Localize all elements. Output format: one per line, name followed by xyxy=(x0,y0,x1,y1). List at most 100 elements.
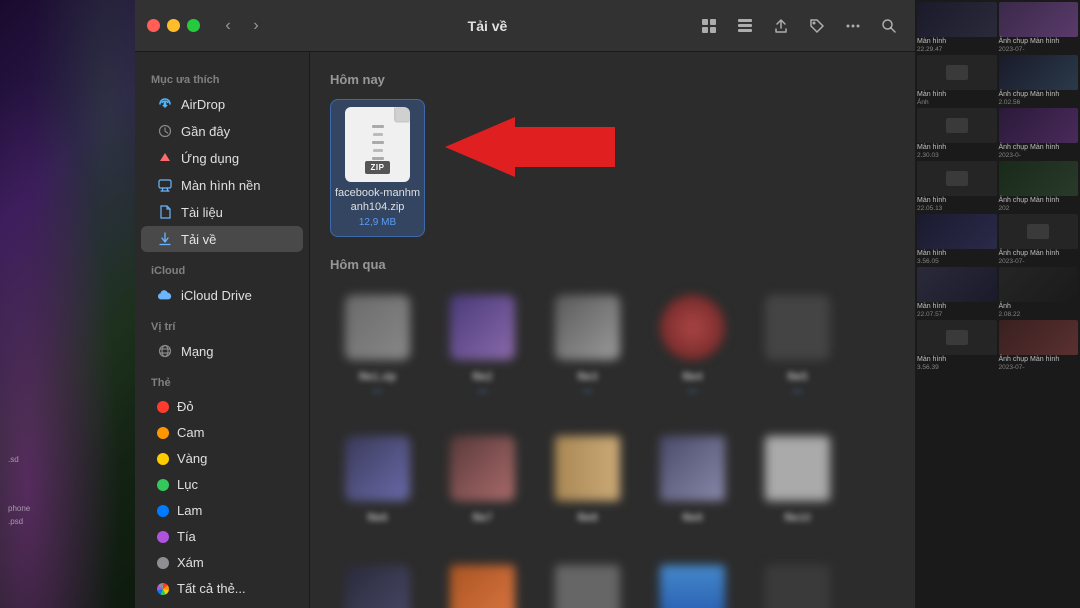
tag-dot-purple xyxy=(157,531,169,543)
desktop-background: .sd phone .psd xyxy=(0,0,135,608)
right-label-8a: Ảnh chụp Màn hình xyxy=(999,197,1079,204)
blurred-icon-10 xyxy=(762,433,834,505)
file-item-blurred-10[interactable]: file10 xyxy=(750,425,845,533)
search-button[interactable] xyxy=(875,12,903,40)
sidebar-item-tag-purple[interactable]: Tía xyxy=(141,524,303,549)
sidebar-item-network[interactable]: Mạng xyxy=(141,338,303,364)
blurred-icon-3 xyxy=(552,292,624,364)
right-cell-9: Màn hình 3.56.05 xyxy=(917,214,997,265)
airdrop-label: AirDrop xyxy=(181,97,225,112)
right-thumb-10 xyxy=(999,214,1079,249)
right-label-3a: Màn hình xyxy=(917,91,997,98)
blurred-icon-7 xyxy=(447,433,519,505)
minimize-button[interactable] xyxy=(167,19,180,32)
close-button[interactable] xyxy=(147,19,160,32)
network-icon xyxy=(157,343,173,359)
right-thumb-3 xyxy=(917,55,997,90)
recent-label: Gần đây xyxy=(181,124,230,139)
file-item-blurred-1[interactable]: file1.zip — xyxy=(330,284,425,405)
window-title: Tải về xyxy=(280,18,695,34)
downloads-label: Tải về xyxy=(181,232,216,247)
right-label-9a: Màn hình xyxy=(917,250,997,257)
yesterday-file-grid: file1.zip — file2 — file3 — xyxy=(330,284,895,405)
right-cell-8: Ảnh chụp Màn hình 202 xyxy=(999,161,1079,212)
file-item-blurred-15[interactable]: file15 xyxy=(750,553,845,608)
icloud-icon xyxy=(157,287,173,303)
main-content: Hôm nay xyxy=(310,52,915,608)
right-thumb-8 xyxy=(999,161,1079,196)
right-thumb-2 xyxy=(999,2,1079,37)
right-label-5b: 2.30.03 xyxy=(917,152,997,159)
forward-button[interactable]: › xyxy=(244,14,268,38)
sidebar-item-desktop[interactable]: Màn hình nền xyxy=(141,172,303,198)
right-cell-3: Màn hình Ảnh xyxy=(917,55,997,106)
tag-all-label: Tất cả thẻ... xyxy=(177,581,246,596)
sidebar-item-airdrop[interactable]: AirDrop xyxy=(141,91,303,117)
file-item-blurred-13[interactable]: file13 xyxy=(540,553,635,608)
file-item-blurred-2[interactable]: file2 — xyxy=(435,284,530,405)
sidebar-item-tag-gray[interactable]: Xám xyxy=(141,550,303,575)
file-item-blurred-8[interactable]: file8 xyxy=(540,425,635,533)
right-label-3b: Ảnh xyxy=(917,99,997,106)
right-cell-7: Màn hình 22.05.13 xyxy=(917,161,997,212)
sidebar-item-icloud[interactable]: iCloud Drive xyxy=(141,282,303,308)
file-item-blurred-7[interactable]: file7 xyxy=(435,425,530,533)
blurred-icon-14 xyxy=(657,561,729,608)
sidebar-item-apps[interactable]: Ứng dụng xyxy=(141,145,303,171)
sidebar-item-tag-orange[interactable]: Cam xyxy=(141,420,303,445)
right-cell-14: Ảnh chụp Màn hình 2023-07- xyxy=(999,320,1079,371)
more-button[interactable] xyxy=(839,12,867,40)
blurred-icon-13 xyxy=(552,561,624,608)
tags-header: Thẻ xyxy=(135,365,309,393)
file-item-blurred-12[interactable]: file12 xyxy=(435,553,530,608)
docs-label: Tài liệu xyxy=(181,205,223,220)
sidebar-item-tag-yellow[interactable]: Vàng xyxy=(141,446,303,471)
favorites-header: Mục ưa thích xyxy=(135,62,309,90)
file-item-blurred-11[interactable]: file11 xyxy=(330,553,425,608)
right-label-10a: Ảnh chụp Màn hình xyxy=(999,250,1079,257)
fullscreen-button[interactable] xyxy=(187,19,200,32)
sidebar-item-docs[interactable]: Tài liệu xyxy=(141,199,303,225)
right-cell-5: Màn hình 2.30.03 xyxy=(917,108,997,159)
right-label-14b: 2023-07- xyxy=(999,364,1079,371)
sidebar-item-tag-green[interactable]: Lục xyxy=(141,472,303,497)
right-cell-1: Màn hình 22.29.47 xyxy=(917,2,997,53)
file-item-blurred-4[interactable]: file4 — xyxy=(645,284,740,405)
right-label-8b: 202 xyxy=(999,205,1079,212)
blurred-icon-15 xyxy=(762,561,834,608)
docs-icon xyxy=(157,204,173,220)
tag-orange-label: Cam xyxy=(177,425,204,440)
file-item-blurred-3[interactable]: file3 — xyxy=(540,284,635,405)
network-label: Mạng xyxy=(181,344,214,359)
back-button[interactable]: ‹ xyxy=(216,14,240,38)
blurred-icon-8 xyxy=(552,433,624,505)
share-button[interactable] xyxy=(767,12,795,40)
sidebar-item-tag-blue[interactable]: Lam xyxy=(141,498,303,523)
file-item-blurred-6[interactable]: file6 xyxy=(330,425,425,533)
tag-button[interactable] xyxy=(803,12,831,40)
right-label-13b: 3.56.39 xyxy=(917,364,997,371)
view-list-button[interactable] xyxy=(731,12,759,40)
blurred-icon-6 xyxy=(342,433,414,505)
file-item-zip[interactable]: ZIP facebook-manhmanh104.zip 12,9 MB xyxy=(330,99,425,237)
right-thumb-1 xyxy=(917,2,997,37)
blurred-icon-4 xyxy=(657,292,729,364)
file-item-blurred-9[interactable]: file9 xyxy=(645,425,740,533)
sidebar-item-tag-all[interactable]: Tất cả thẻ... xyxy=(141,576,303,601)
sidebar-item-recent[interactable]: Gần đây xyxy=(141,118,303,144)
right-thumb-9 xyxy=(917,214,997,249)
sidebar-item-tag-red[interactable]: Đỏ xyxy=(141,394,303,419)
file-item-blurred-5[interactable]: file5 — xyxy=(750,284,845,405)
yesterday-file-grid-2: file6 file7 file8 xyxy=(330,425,895,533)
sidebar-item-downloads[interactable]: Tải về xyxy=(141,226,303,252)
yesterday-file-grid-3: file11 file12 file13 xyxy=(330,553,895,608)
view-grid-button[interactable] xyxy=(695,12,723,40)
tag-dot-red xyxy=(157,401,169,413)
right-thumb-13 xyxy=(917,320,997,355)
recent-icon xyxy=(157,123,173,139)
blurred-icon-2 xyxy=(447,292,519,364)
right-cell-2: Ảnh chụp Màn hình 2023-07- xyxy=(999,2,1079,53)
tag-dot-blue xyxy=(157,505,169,517)
zip-icon-wrapper: ZIP xyxy=(342,108,414,180)
file-item-blurred-14[interactable]: file14 xyxy=(645,553,740,608)
